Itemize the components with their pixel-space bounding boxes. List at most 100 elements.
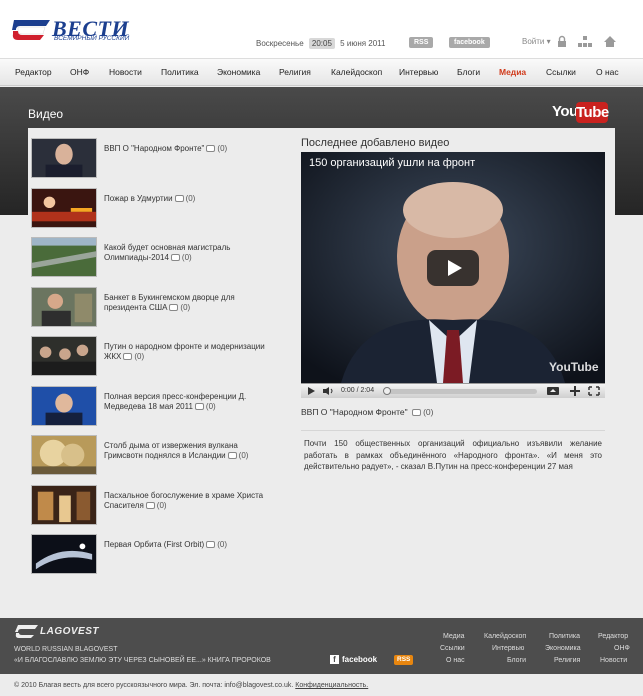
video-title-text[interactable]: ВВП О "Народном Фронте" <box>104 144 204 153</box>
video-list-item[interactable]: Столб дыма от извержения вулкана Гримсво… <box>28 435 283 477</box>
video-list-item[interactable]: Какой будет основная магистраль Олимпиад… <box>28 237 283 279</box>
comment-count[interactable]: (0) <box>169 303 190 313</box>
video-list-title[interactable]: Пожар в Удмуртии (0) <box>104 194 274 204</box>
video-list-title[interactable]: Первая Орбита (First Orbit) (0) <box>104 540 274 550</box>
comment-count[interactable]: (0) <box>174 194 195 204</box>
youtube-logo[interactable]: You Tube <box>552 102 609 124</box>
video-list-title[interactable]: Столб дыма от извержения вулкана Гримсво… <box>104 441 274 461</box>
footer-rss-link[interactable]: RSS <box>394 655 414 665</box>
main-nav: Редактор ОНФ Новости Политика Экономика … <box>0 58 643 86</box>
video-thumbnail[interactable] <box>31 386 97 426</box>
video-title-text[interactable]: Пожар в Удмуртии <box>104 194 173 203</box>
comment-count[interactable]: (0) <box>170 253 192 263</box>
video-list-item[interactable]: Пожар в Удмуртии (0) <box>28 188 283 230</box>
nav-item-politics[interactable]: Политика <box>161 67 199 77</box>
footer-link-media[interactable]: Медиа <box>443 633 465 640</box>
comment-bubble-icon <box>206 145 216 152</box>
footer-link-blogs[interactable]: Блоги <box>507 657 526 664</box>
comment-count[interactable]: (0) <box>206 144 227 154</box>
video-title-text[interactable]: Пасхальное богослужение в храме Христа С… <box>104 491 263 510</box>
nav-item-about[interactable]: О нас <box>596 67 619 77</box>
video-list-item[interactable]: Пасхальное богослужение в храме Христа С… <box>28 485 283 527</box>
video-thumbnail[interactable] <box>31 485 97 525</box>
progress-handle[interactable] <box>383 387 391 395</box>
footer-quote: «И БЛАГОСЛАВЛЮ ЗЕМЛЮ ЭТУ ЧЕРЕЗ СЫНОВЕЙ Е… <box>14 657 271 664</box>
player-controls: 0:00 / 2:04 <box>301 383 605 398</box>
volume-icon[interactable] <box>322 386 334 396</box>
home-icon[interactable] <box>603 35 617 48</box>
nav-item-onf[interactable]: ОНФ <box>70 67 89 77</box>
comment-count[interactable]: (0) <box>227 451 248 461</box>
video-list-item[interactable]: ВВП О "Народном Фронте" (0) <box>28 138 283 180</box>
video-list-item[interactable]: Банкет в Букингемском дворце для президе… <box>28 287 283 329</box>
footer-link-editor[interactable]: Редактор <box>598 633 628 640</box>
footer-facebook-link[interactable]: f facebook <box>330 655 377 664</box>
video-list-item[interactable]: Путин о народном фронте и модернизации Ж… <box>28 336 283 378</box>
nav-item-links[interactable]: Ссылки <box>546 67 576 77</box>
expand-icon[interactable] <box>569 386 581 396</box>
comment-count[interactable]: (0) <box>145 501 167 511</box>
progress-bar[interactable] <box>385 389 537 394</box>
nav-item-kaleidoscope[interactable]: Калейдоскоп <box>331 67 382 77</box>
nav-item-interview[interactable]: Интервью <box>399 67 438 77</box>
latest-video-caption[interactable]: ВВП О "Народном Фронте" (0) <box>301 407 433 417</box>
footer-link-news[interactable]: Новости <box>600 657 627 664</box>
video-title-text[interactable]: Столб дыма от извержения вулкана Гримсво… <box>104 441 238 460</box>
rss-button[interactable]: RSS <box>409 37 434 48</box>
nav-item-editor[interactable]: Редактор <box>15 67 52 77</box>
comment-count-text: (0) <box>180 303 191 312</box>
video-list-title[interactable]: Путин о народном фронте и модернизации Ж… <box>104 342 274 362</box>
video-title-text[interactable]: Первая Орбита (First Orbit) <box>104 540 204 549</box>
footer-link-interview[interactable]: Интервью <box>492 645 524 652</box>
comment-bubble-icon <box>174 195 184 202</box>
nav-item-media[interactable]: Медиа <box>499 67 526 77</box>
video-thumbnail[interactable] <box>31 287 97 327</box>
fullscreen-icon[interactable] <box>588 386 600 396</box>
sitemap-icon[interactable] <box>578 35 592 48</box>
comment-count[interactable]: (0) <box>412 407 433 417</box>
youtube-watermark[interactable]: YouTube <box>549 360 599 374</box>
facebook-button[interactable]: facebook <box>449 37 490 48</box>
video-title-text[interactable]: Полная версия пресс-конференции Д. Медве… <box>104 392 246 411</box>
video-list-title[interactable]: Полная версия пресс-конференции Д. Медве… <box>104 392 274 412</box>
video-list-title[interactable]: Банкет в Букингемском дворце для президе… <box>104 293 274 313</box>
nav-item-news[interactable]: Новости <box>109 67 142 77</box>
play-icon[interactable] <box>427 250 479 286</box>
video-list-title[interactable]: Какой будет основная магистраль Олимпиад… <box>104 243 274 263</box>
video-thumbnail[interactable] <box>31 336 97 376</box>
privacy-link[interactable]: Конфиденциальность. <box>295 682 368 689</box>
lock-icon[interactable] <box>555 35 569 48</box>
footer-link-about[interactable]: О нас <box>446 657 465 664</box>
video-list-title[interactable]: ВВП О "Народном Фронте" (0) <box>104 144 274 154</box>
video-title-text[interactable]: Какой будет основная магистраль Олимпиад… <box>104 243 230 262</box>
quality-icon[interactable] <box>547 386 559 396</box>
comment-count[interactable]: (0) <box>123 352 144 362</box>
latest-video-title[interactable]: ВВП О "Народном Фронте" <box>301 407 408 417</box>
video-player[interactable]: 150 организаций ушли на фронт YouTube 0:… <box>301 152 605 398</box>
footer-link-links[interactable]: Ссылки <box>440 645 465 652</box>
comment-count-text: (0) <box>205 402 216 411</box>
nav-item-economy[interactable]: Экономика <box>217 67 260 77</box>
video-list-item[interactable]: Первая Орбита (First Orbit) (0) <box>28 534 283 576</box>
footer-logo[interactable]: LAGOVEST <box>14 624 114 638</box>
comment-count[interactable]: (0) <box>194 402 216 412</box>
video-thumbnail[interactable] <box>31 237 97 277</box>
login-dropdown[interactable]: Войти ▾ <box>522 37 551 46</box>
nav-item-religion[interactable]: Религия <box>279 67 311 77</box>
video-thumbnail[interactable] <box>31 534 97 574</box>
video-thumbnail[interactable] <box>31 188 97 228</box>
footer-link-kaleidoscope[interactable]: Калейдоскоп <box>484 633 526 640</box>
footer-link-religion[interactable]: Религия <box>554 657 580 664</box>
footer-link-onf[interactable]: ОНФ <box>614 645 630 652</box>
footer-link-politics[interactable]: Политика <box>549 633 580 640</box>
comment-count[interactable]: (0) <box>206 540 227 550</box>
comment-count-text: (0) <box>217 144 228 153</box>
footer-link-economy[interactable]: Экономика <box>545 645 581 652</box>
play-small-icon[interactable] <box>305 386 317 396</box>
video-list-item[interactable]: Полная версия пресс-конференции Д. Медве… <box>28 386 283 428</box>
site-logo[interactable]: ВЕСТИ ВСЕМИРНЫЙ РУССКИЙ <box>10 16 140 44</box>
video-list-title[interactable]: Пасхальное богослужение в храме Христа С… <box>104 491 274 511</box>
nav-item-blogs[interactable]: Блоги <box>457 67 480 77</box>
video-thumbnail[interactable] <box>31 435 97 475</box>
video-thumbnail[interactable] <box>31 138 97 178</box>
